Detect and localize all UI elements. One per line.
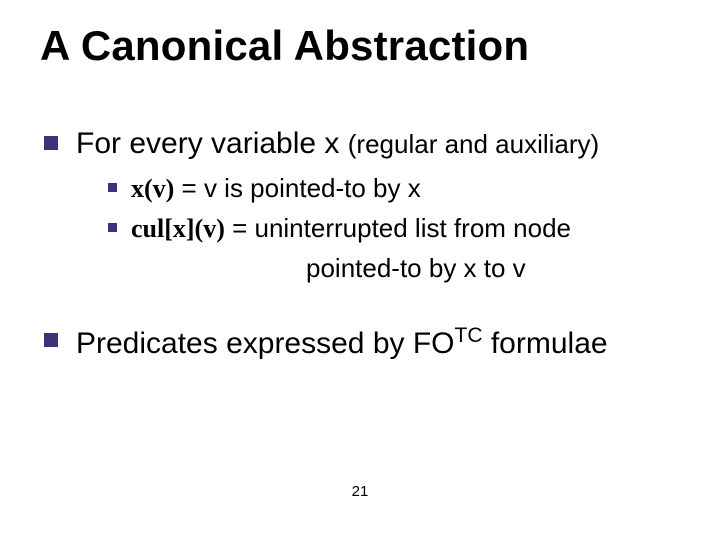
predicate-symbol: cul[x](v) <box>131 214 225 243</box>
bullet-1-aux: (regular and auxiliary) <box>348 129 599 159</box>
square-bullet-icon <box>44 333 58 347</box>
predicate-symbol: x(v) <box>131 174 174 203</box>
bullet-2-before: Predicates expressed by FO <box>76 327 455 360</box>
bullet-2-text: Predicates expressed by FOTC formulae <box>76 323 608 362</box>
superscript-tc: TC <box>455 324 483 347</box>
square-bullet-icon <box>44 136 58 150</box>
page-number: 21 <box>0 483 720 500</box>
subbullet-2-line2: pointed-to by x to v <box>306 252 684 286</box>
content-area: For every variable x (regular and auxili… <box>44 126 684 372</box>
slide-title: A Canonical Abstraction <box>40 22 529 70</box>
subbullet-1-text: x(v) = v is pointed-to by x <box>131 172 421 206</box>
sublist: x(v) = v is pointed-to by x cul[x](v) = … <box>108 172 684 285</box>
bullet-2-after: formulae <box>483 327 608 360</box>
bullet-1-text: For every variable x (regular and auxili… <box>76 126 599 162</box>
slide: A Canonical Abstraction For every variab… <box>0 0 720 540</box>
subbullet-1: x(v) = v is pointed-to by x <box>108 172 684 206</box>
bullet-item-2: Predicates expressed by FOTC formulae <box>44 323 684 362</box>
square-bullet-icon <box>108 223 117 232</box>
subbullet-2: cul[x](v) = uninterrupted list from node <box>108 212 684 246</box>
subbullet-1-rest: = v is pointed-to by x <box>174 173 420 203</box>
bullet-1-prefix: For every variable x <box>76 127 348 160</box>
square-bullet-icon <box>108 183 117 192</box>
subbullet-2-line1: = uninterrupted list from node <box>225 213 571 243</box>
bullet-item-1: For every variable x (regular and auxili… <box>44 126 684 162</box>
subbullet-2-text: cul[x](v) = uninterrupted list from node <box>131 212 571 246</box>
